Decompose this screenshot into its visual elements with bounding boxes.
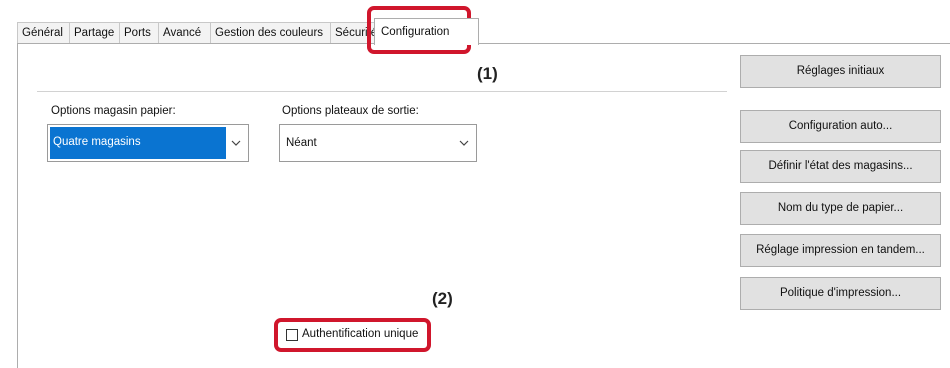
tab-configuration[interactable]: Configuration	[374, 18, 479, 45]
paper-tray-select[interactable]: Quatre magasins	[47, 124, 249, 162]
output-tray-select[interactable]: Néant	[279, 124, 477, 162]
paper-tray-label: Options magasin papier:	[51, 105, 176, 117]
tray-status-button[interactable]: Définir l'état des magasins...	[740, 150, 941, 183]
tab-color-management[interactable]: Gestion des couleurs	[210, 22, 338, 43]
callout-1: (1)	[477, 64, 498, 83]
tab-advanced[interactable]: Avancé	[158, 22, 218, 43]
callout-2: (2)	[432, 289, 453, 308]
separator	[37, 91, 727, 92]
single-sign-on-checkbox[interactable]	[286, 329, 298, 341]
chevron-down-icon	[228, 125, 244, 161]
chevron-down-icon	[456, 125, 472, 161]
tab-general[interactable]: Général	[17, 22, 77, 43]
single-sign-on-label[interactable]: Authentification unique	[302, 328, 418, 340]
output-tray-label: Options plateaux de sortie:	[282, 105, 419, 117]
output-tray-value: Néant	[286, 137, 317, 149]
paper-tray-value: Quatre magasins	[50, 127, 226, 159]
print-policy-button[interactable]: Politique d'impression...	[740, 277, 941, 310]
tandem-print-button[interactable]: Réglage impression en tandem...	[740, 234, 941, 267]
initial-settings-button[interactable]: Réglages initiaux	[740, 55, 941, 88]
tab-divider	[17, 43, 950, 44]
panel-border	[17, 44, 18, 368]
auto-config-button[interactable]: Configuration auto...	[740, 110, 941, 143]
paper-type-name-button[interactable]: Nom du type de papier...	[740, 192, 941, 225]
